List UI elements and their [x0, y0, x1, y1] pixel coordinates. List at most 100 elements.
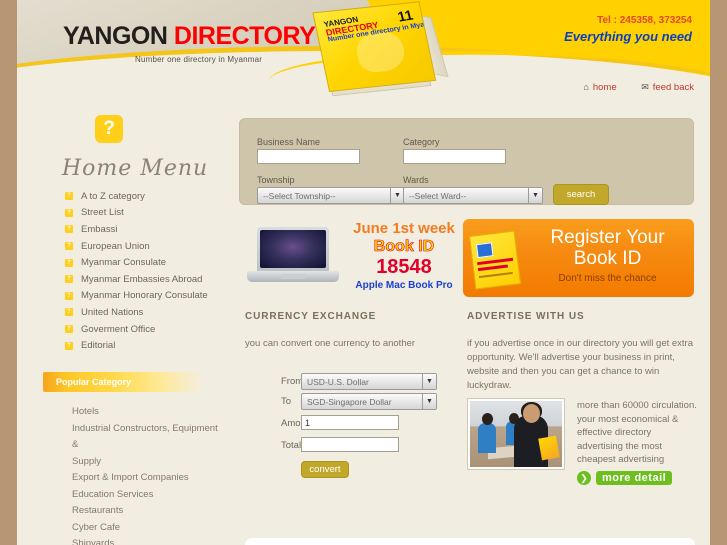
advertise-section: ADVERTISE WITH US if you advertise once … [467, 311, 699, 485]
home-menu-list: ? A to Z category ? Street List ? Embassi ?… [65, 188, 235, 354]
contact-telephone: Tel : 245358, 373254 [597, 15, 692, 26]
photo-directory-book [538, 435, 560, 461]
sidebar-item-label[interactable]: Embassi [81, 224, 117, 235]
sidebar-item-label[interactable]: A to Z category [81, 191, 145, 202]
list-item[interactable]: Supply [72, 454, 222, 471]
chevron-down-icon[interactable]: ▼ [390, 188, 404, 203]
advertise-circulation-note: more than 60000 circulation. your most e… [577, 400, 697, 465]
sidebar-item-united-nations[interactable]: ? United Nations [65, 304, 235, 321]
township-selected-value: --Select Township-- [263, 191, 336, 201]
laptop-screen [257, 227, 329, 271]
promo-book-id-label: Book ID [373, 237, 435, 255]
book-icon-box [475, 242, 494, 259]
township-select[interactable]: --Select Township-- ▼ [257, 187, 405, 204]
sidebar-item-label[interactable]: European Union [81, 241, 150, 252]
chevron-down-icon[interactable]: ▼ [422, 394, 436, 409]
promo-prize: Apple Mac Book Pro [355, 279, 453, 291]
register-book-id-banner[interactable]: Register Your Book ID Don't miss the cha… [463, 219, 694, 297]
currency-to-select[interactable]: SGD-Singapore Dollar ▼ [301, 393, 437, 410]
site-tagline: Number one directory in Myanmar [135, 55, 263, 64]
currency-from-value: USD-U.S. Dollar [307, 377, 369, 387]
bullet-icon: ? [65, 242, 73, 251]
search-panel: Business Name Category Township --Select… [239, 118, 694, 205]
logo-text-yangon: YANGON [63, 22, 168, 50]
more-detail-label: more detail [596, 471, 673, 485]
sidebar-item-myanmar-honorary-consulate[interactable]: ? Myanmar Honorary Consulate [65, 288, 235, 305]
nav-link-home[interactable]: ⌂ home [583, 82, 616, 93]
currency-total-input[interactable] [301, 437, 399, 452]
sidebar-item-label[interactable]: Myanmar Consulate [81, 257, 166, 268]
sidebar-item-label[interactable]: Myanmar Embassies Abroad [81, 274, 202, 285]
bullet-icon: ? [65, 225, 73, 234]
logo-text-directory: DIRECTORY [173, 22, 316, 50]
chevron-down-icon[interactable]: ▼ [528, 188, 542, 203]
nav-label-feedback: feed back [652, 82, 694, 93]
list-item[interactable]: Hotels [72, 404, 222, 421]
wards-select[interactable]: --Select Ward-- ▼ [403, 187, 543, 204]
promo-text-block: June 1st week Book ID 18548 Apple Mac Bo… [344, 219, 464, 291]
bullet-icon: ? [65, 308, 73, 317]
bullet-icon: ? [65, 325, 73, 334]
currency-subtitle: you can convert one currency to another [245, 338, 416, 349]
sidebar-item-editorial[interactable]: ? Editorial [65, 337, 235, 354]
sidebar-item-myanmar-embassies-abroad[interactable]: ? Myanmar Embassies Abroad [65, 271, 235, 288]
site-header: YANGON DIRECTORY Number one directory in… [17, 0, 710, 112]
business-name-input[interactable] [257, 149, 360, 164]
sidebar-item-label[interactable]: Goverment Office [81, 324, 155, 335]
top-navigation: ⌂ home ✉ feed back [561, 82, 694, 93]
category-input[interactable] [403, 149, 506, 164]
currency-from-label: From [281, 376, 304, 387]
register-banner-title: Register Your Book ID [525, 227, 690, 269]
page-container: YANGON DIRECTORY Number one directory in… [17, 0, 710, 545]
sidebar-title: Home Menu [62, 156, 209, 181]
sidebar-item-european-union[interactable]: ? European Union [65, 238, 235, 255]
sidebar-item-a-to-z[interactable]: ? A to Z category [65, 188, 235, 205]
main-content: Business Name Category Township --Select… [239, 118, 699, 485]
sidebar-item-label[interactable]: Street List [81, 207, 124, 218]
business-name-label: Business Name [257, 137, 321, 147]
sidebar-item-label[interactable]: United Nations [81, 307, 143, 318]
sidebar-item-label[interactable]: Myanmar Honorary Consulate [81, 290, 208, 301]
list-item[interactable]: Industrial Constructors, Equipment & [72, 421, 222, 454]
more-detail-button[interactable]: ❯ more detail [577, 471, 673, 485]
sidebar-item-embassi[interactable]: ? Embassi [65, 221, 235, 238]
sidebar-item-myanmar-consulate[interactable]: ? Myanmar Consulate [65, 254, 235, 271]
nav-label-home: home [592, 82, 617, 93]
currency-form: From USD-U.S. Dollar ▼ To SGD-Singapore … [245, 373, 457, 483]
home-icon: ⌂ [583, 82, 589, 92]
advertise-photo [467, 398, 565, 470]
township-label: Township [257, 175, 295, 185]
nav-link-feedback[interactable]: ✉ feed back [641, 82, 694, 93]
advertise-photo-content [470, 401, 562, 467]
promo-row: June 1st week Book ID 18548 Apple Mac Bo… [239, 219, 694, 297]
currency-amount-input[interactable] [301, 415, 399, 430]
photo-person-head [482, 413, 493, 425]
bottom-panel [245, 538, 695, 545]
list-item[interactable]: Restaurants [72, 503, 222, 520]
list-item[interactable]: Export & Import Companies [72, 470, 222, 487]
list-item[interactable]: Shipyards [72, 536, 222, 545]
book-icon-line [478, 271, 513, 279]
popular-category-list: Hotels Industrial Constructors, Equipmen… [72, 404, 222, 545]
currency-exchange-section: CURRENCY EXCHANGE you can convert one cu… [245, 311, 457, 483]
mail-icon: ✉ [641, 82, 649, 92]
promo-week: June 1st week [353, 220, 455, 237]
currency-title: CURRENCY EXCHANGE [245, 311, 377, 322]
convert-button[interactable]: convert [301, 461, 349, 478]
chevron-down-icon[interactable]: ▼ [422, 374, 436, 389]
site-logo[interactable]: YANGON DIRECTORY [63, 22, 316, 51]
sidebar-item-label[interactable]: Editorial [81, 340, 115, 351]
laptop-image [247, 227, 339, 287]
advertise-body: if you advertise once in our directory y… [467, 338, 693, 391]
list-item[interactable]: Education Services [72, 487, 222, 504]
currency-from-select[interactable]: USD-U.S. Dollar ▼ [301, 373, 437, 390]
sidebar-item-street-list[interactable]: ? Street List [65, 205, 235, 222]
popular-category-header: Popular Category [43, 372, 201, 392]
register-banner-book-icon [468, 230, 522, 290]
sidebar-item-goverment-office[interactable]: ? Goverment Office [65, 321, 235, 338]
book-icon-line [477, 257, 514, 266]
wards-label: Wards [403, 175, 429, 185]
search-button[interactable]: search [553, 184, 609, 205]
laptop-trackpad [281, 274, 305, 279]
list-item[interactable]: Cyber Cafe [72, 520, 222, 537]
